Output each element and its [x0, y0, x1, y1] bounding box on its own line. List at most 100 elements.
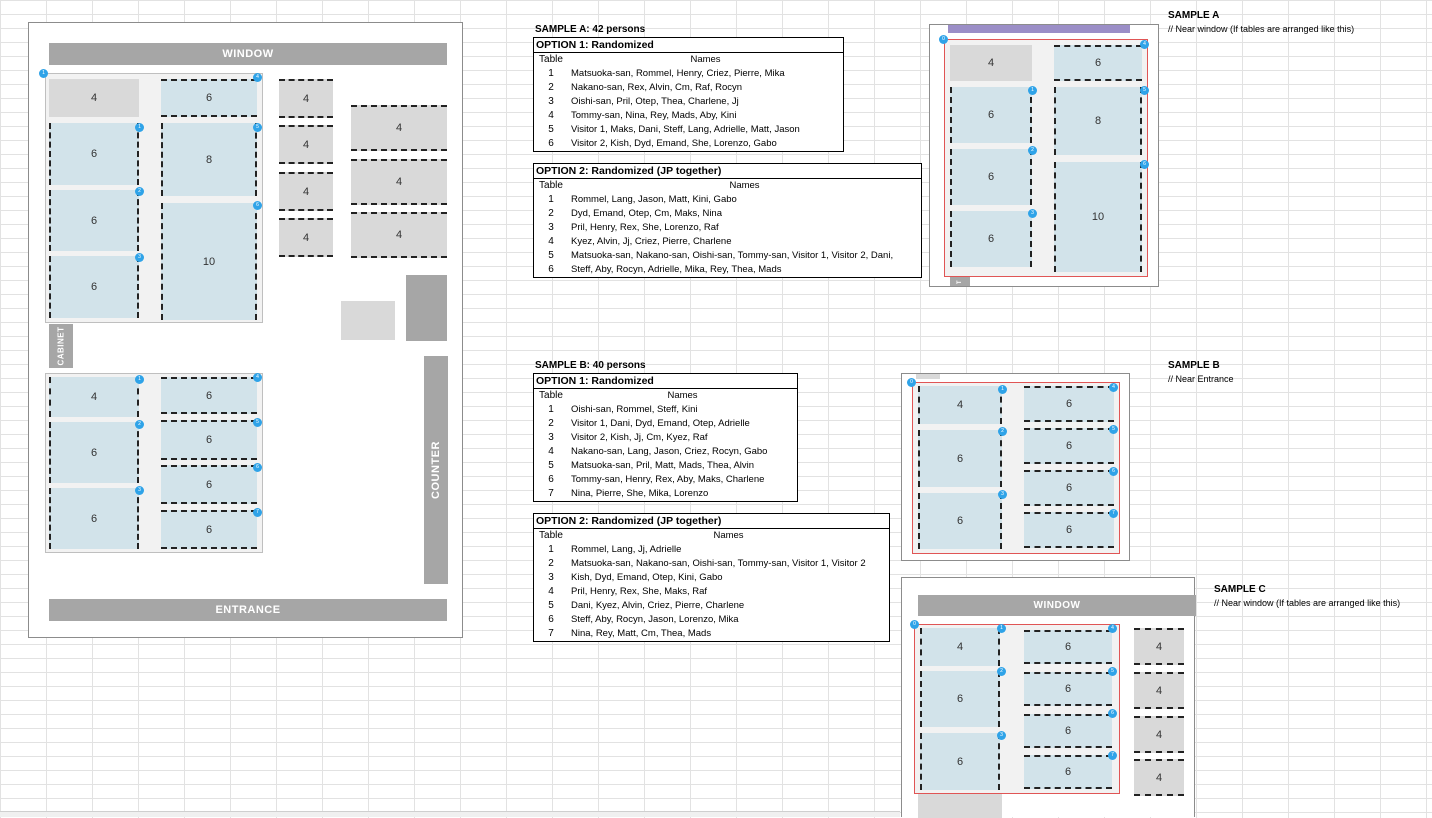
- diagram-c-side-table[interactable]: 4: [1134, 759, 1184, 796]
- diagram-c-table[interactable]: 6: [1024, 672, 1112, 706]
- diagram-c-side-table[interactable]: 4: [1134, 672, 1184, 709]
- table-row: 5 Visitor 1, Maks, Dani, Steff, Lang, Adr…: [548, 124, 800, 135]
- diagram-b-table[interactable]: 6: [1024, 512, 1114, 548]
- table-bottom-right-1[interactable]: 6: [161, 377, 257, 414]
- table-top-right-1[interactable]: 6: [161, 79, 257, 117]
- table-row: 1 Rommel, Lang, Jason, Matt, Kini, Gabo: [548, 194, 737, 205]
- table-top-right-3[interactable]: 10: [161, 203, 257, 320]
- sample-a-heading: SAMPLE A: 42 persons: [535, 24, 646, 35]
- sample-b-diagram: 4 6 6 6 6 6 6 0 1 2 3 4 5 6 7: [901, 373, 1130, 561]
- diagram-a-table[interactable]: 4: [950, 45, 1032, 81]
- sample-b-option1-table: OPTION 1: Randomized Table Names 1 Oishi-s…: [533, 373, 798, 502]
- sample-a-option2-table: OPTION 2: Randomized (JP together) Table…: [533, 163, 922, 278]
- table-bottom-right-2[interactable]: 6: [161, 420, 257, 460]
- seat-marker-icon: 7: [1108, 751, 1117, 760]
- table-row: 7 Nina, Rey, Matt, Cm, Thea, Mads: [548, 628, 712, 639]
- side-table-4[interactable]: 4: [279, 218, 333, 257]
- sample-c-side-note: // Near window (If tables are arranged l…: [1214, 598, 1401, 608]
- seat-marker-icon: 1: [997, 624, 1006, 633]
- seat-marker-icon: 5: [253, 123, 262, 132]
- side-table-1[interactable]: 4: [279, 79, 333, 118]
- diagram-b-table[interactable]: 6: [1024, 428, 1114, 464]
- table-top-left-3[interactable]: 6: [49, 190, 139, 251]
- seat-marker-icon: 4: [1140, 40, 1149, 49]
- table-row: 6 Steff, Aby, Rocyn, Adrielle, Mika, Rey,…: [548, 264, 782, 275]
- seat-marker-icon: 4: [253, 73, 262, 82]
- diagram-a-table[interactable]: 6: [1054, 45, 1142, 81]
- table-row: 4 Pril, Henry, Rex, She, Maks, Raf: [548, 586, 708, 597]
- table-row: 2 Visitor 1, Dani, Dyd, Emand, Otep, Adri…: [548, 418, 750, 429]
- side-table-2[interactable]: 4: [279, 125, 333, 164]
- diagram-b-table[interactable]: 6: [1024, 386, 1114, 422]
- diagram-c-table[interactable]: 6: [1024, 755, 1112, 789]
- sample-b-heading: SAMPLE B: 40 persons: [535, 360, 646, 371]
- table-row: 5 Matsuoka-san, Pril, Matt, Mads, Thea, A…: [548, 460, 755, 471]
- table-bottom-left-3[interactable]: 6: [49, 488, 139, 549]
- table-header-row: Table Names: [539, 54, 721, 65]
- wide-side-table-1[interactable]: 4: [351, 105, 447, 151]
- diagram-a-table[interactable]: 6: [950, 211, 1032, 267]
- cabinet-mini: [918, 794, 1002, 818]
- diagram-a-table[interactable]: 6: [950, 149, 1032, 205]
- sample-a-option2-title: OPTION 2: Randomized (JP together): [534, 164, 921, 179]
- table-bottom-left-1[interactable]: 4: [49, 377, 139, 417]
- table-header-row: Table Names: [539, 390, 698, 401]
- seat-marker-icon: 4: [253, 373, 262, 382]
- seat-marker-icon: 6: [1140, 160, 1149, 169]
- seat-marker-icon: 1: [135, 123, 144, 132]
- diagram-a-table[interactable]: 8: [1054, 87, 1142, 155]
- table-bottom-right-3[interactable]: 6: [161, 465, 257, 504]
- diagram-b-table[interactable]: 6: [1024, 470, 1114, 506]
- diagram-b-table[interactable]: 6: [918, 430, 1002, 487]
- seat-marker-icon: 5: [1108, 667, 1117, 676]
- seat-marker-icon: 6: [253, 463, 262, 472]
- seat-marker-icon: 3: [135, 486, 144, 495]
- sample-b-side-note: // Near Entrance: [1168, 374, 1234, 384]
- table-bottom-left-2[interactable]: 6: [49, 422, 139, 483]
- table-header-row: Table Names: [539, 180, 760, 191]
- table-bottom-right-4[interactable]: 6: [161, 510, 257, 549]
- sample-a-diagram: 4 6 6 6 6 8 10 0 1 2 3 4 5 6 T: [929, 24, 1159, 287]
- diagram-c-table[interactable]: 4: [920, 628, 1000, 666]
- sample-b-option1-title: OPTION 1: Randomized: [534, 374, 797, 389]
- diagram-c-table[interactable]: 6: [920, 733, 1000, 790]
- diagram-c-table[interactable]: 6: [920, 671, 1000, 727]
- seat-marker-icon: 1: [998, 385, 1007, 394]
- diagram-c-table[interactable]: 6: [1024, 630, 1112, 664]
- sample-b-option2-title: OPTION 2: Randomized (JP together): [534, 514, 889, 529]
- table-top-left-2[interactable]: 6: [49, 123, 139, 185]
- side-table-3[interactable]: 4: [279, 172, 333, 211]
- storage-block: [341, 301, 395, 340]
- table-row: 6 Tommy-san, Henry, Rex, Aby, Maks, Charl…: [548, 474, 765, 485]
- seat-marker-icon: 2: [1028, 146, 1037, 155]
- diagram-b-table[interactable]: 4: [918, 386, 1002, 424]
- seat-marker-icon: 2: [135, 420, 144, 429]
- sample-a-option1-table: OPTION 1: Randomized Table Names 1 Matsuok…: [533, 37, 844, 152]
- seat-marker-icon: 6: [1108, 709, 1117, 718]
- wide-side-table-2[interactable]: 4: [351, 159, 447, 205]
- diagram-b-table[interactable]: 6: [918, 493, 1002, 549]
- sample-c-diagram: WINDOW 4 6 6 6 6 6 6 4 4 4 4 0 1 2 3 4 5…: [901, 577, 1196, 818]
- diagram-c-side-table[interactable]: 4: [1134, 716, 1184, 753]
- entrance-label: ENTRANCE: [215, 604, 281, 616]
- diagram-c-side-table[interactable]: 4: [1134, 628, 1184, 665]
- diagram-a-table[interactable]: 6: [950, 87, 1032, 143]
- window-band: WINDOW: [49, 43, 447, 65]
- seat-marker-icon: 2: [998, 427, 1007, 436]
- seat-marker-icon: 3: [135, 253, 144, 262]
- seat-marker-icon: 2: [135, 187, 144, 196]
- wide-side-table-3[interactable]: 4: [351, 212, 447, 258]
- table-top-left-1[interactable]: 4: [49, 79, 139, 117]
- table-row: 3 Kish, Dyd, Emand, Otep, Kini, Gabo: [548, 572, 723, 583]
- table-row: 1 Matsuoka-san, Rommel, Henry, Criez, Pie…: [548, 68, 785, 79]
- seat-marker-icon: 7: [1109, 509, 1118, 518]
- table-top-left-4[interactable]: 6: [49, 256, 139, 318]
- entrance-band: ENTRANCE: [49, 599, 447, 621]
- seat-marker-icon: 3: [997, 731, 1006, 740]
- diagram-c-table[interactable]: 6: [1024, 714, 1112, 748]
- table-top-right-2[interactable]: 8: [161, 123, 257, 196]
- table-row: 3 Oishi-san, Pril, Otep, Thea, Charlene, …: [548, 96, 739, 107]
- seat-marker-icon: 1: [39, 69, 48, 78]
- sheet-tab-strip[interactable]: [0, 811, 900, 817]
- diagram-a-table[interactable]: 10: [1054, 162, 1142, 272]
